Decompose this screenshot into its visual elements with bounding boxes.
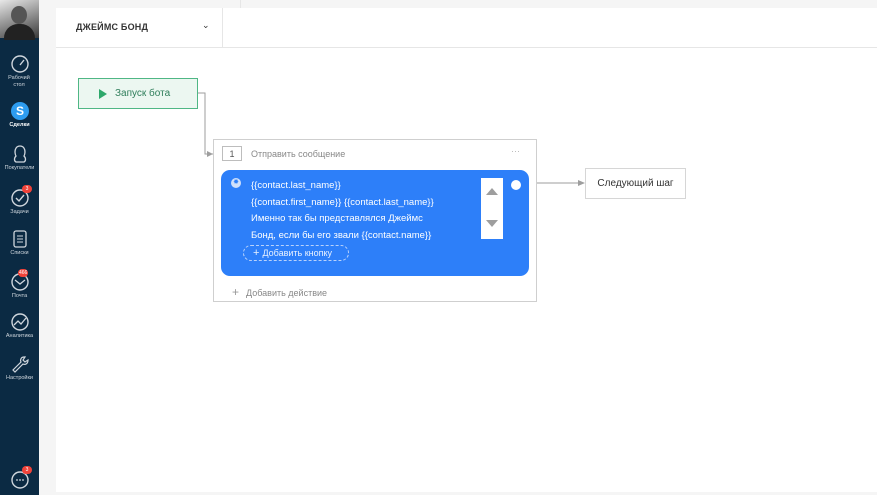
start-node[interactable]: Запуск бота [78,78,198,109]
next-step-node[interactable]: Следующий шаг [585,168,686,199]
plus-icon: + [232,285,240,299]
message-settings-icon[interactable]: ✸ [231,178,241,188]
step-number: 1 [222,146,242,161]
plus-icon: + [253,247,260,259]
start-label: Запуск бота [115,88,171,99]
step-title: Отправить сообщение [251,149,346,159]
message-line: {{contact.first_name}} {{contact.last_na… [251,196,434,208]
message-text[interactable]: {{contact.last_name}} {{contact.first_na… [251,178,479,244]
message-scrollbar[interactable] [481,178,503,239]
play-icon [99,89,107,99]
message-line: Именно так бы представлялся Джеймс [251,213,423,224]
add-button-button[interactable]: + Добавить кнопку [243,245,349,261]
scroll-down-icon[interactable] [486,220,498,227]
output-connector[interactable] [511,180,521,190]
add-action-label: Добавить действие [246,288,328,298]
scroll-up-icon[interactable] [486,188,498,195]
message-line: Бонд, если бы его звали {{contact.name}} [251,229,432,241]
add-button-label: Добавить кнопку [262,248,333,258]
message-line: {{contact.last_name}} [251,180,341,191]
more-icon[interactable]: ⋯ [511,146,520,157]
add-action-button[interactable]: + Добавить действие [232,285,327,299]
message-bubble[interactable]: ✸ {{contact.last_name}} {{contact.first_… [221,170,529,276]
step-card[interactable]: 1 Отправить сообщение ⋯ ✸ {{contact.last… [213,139,537,302]
